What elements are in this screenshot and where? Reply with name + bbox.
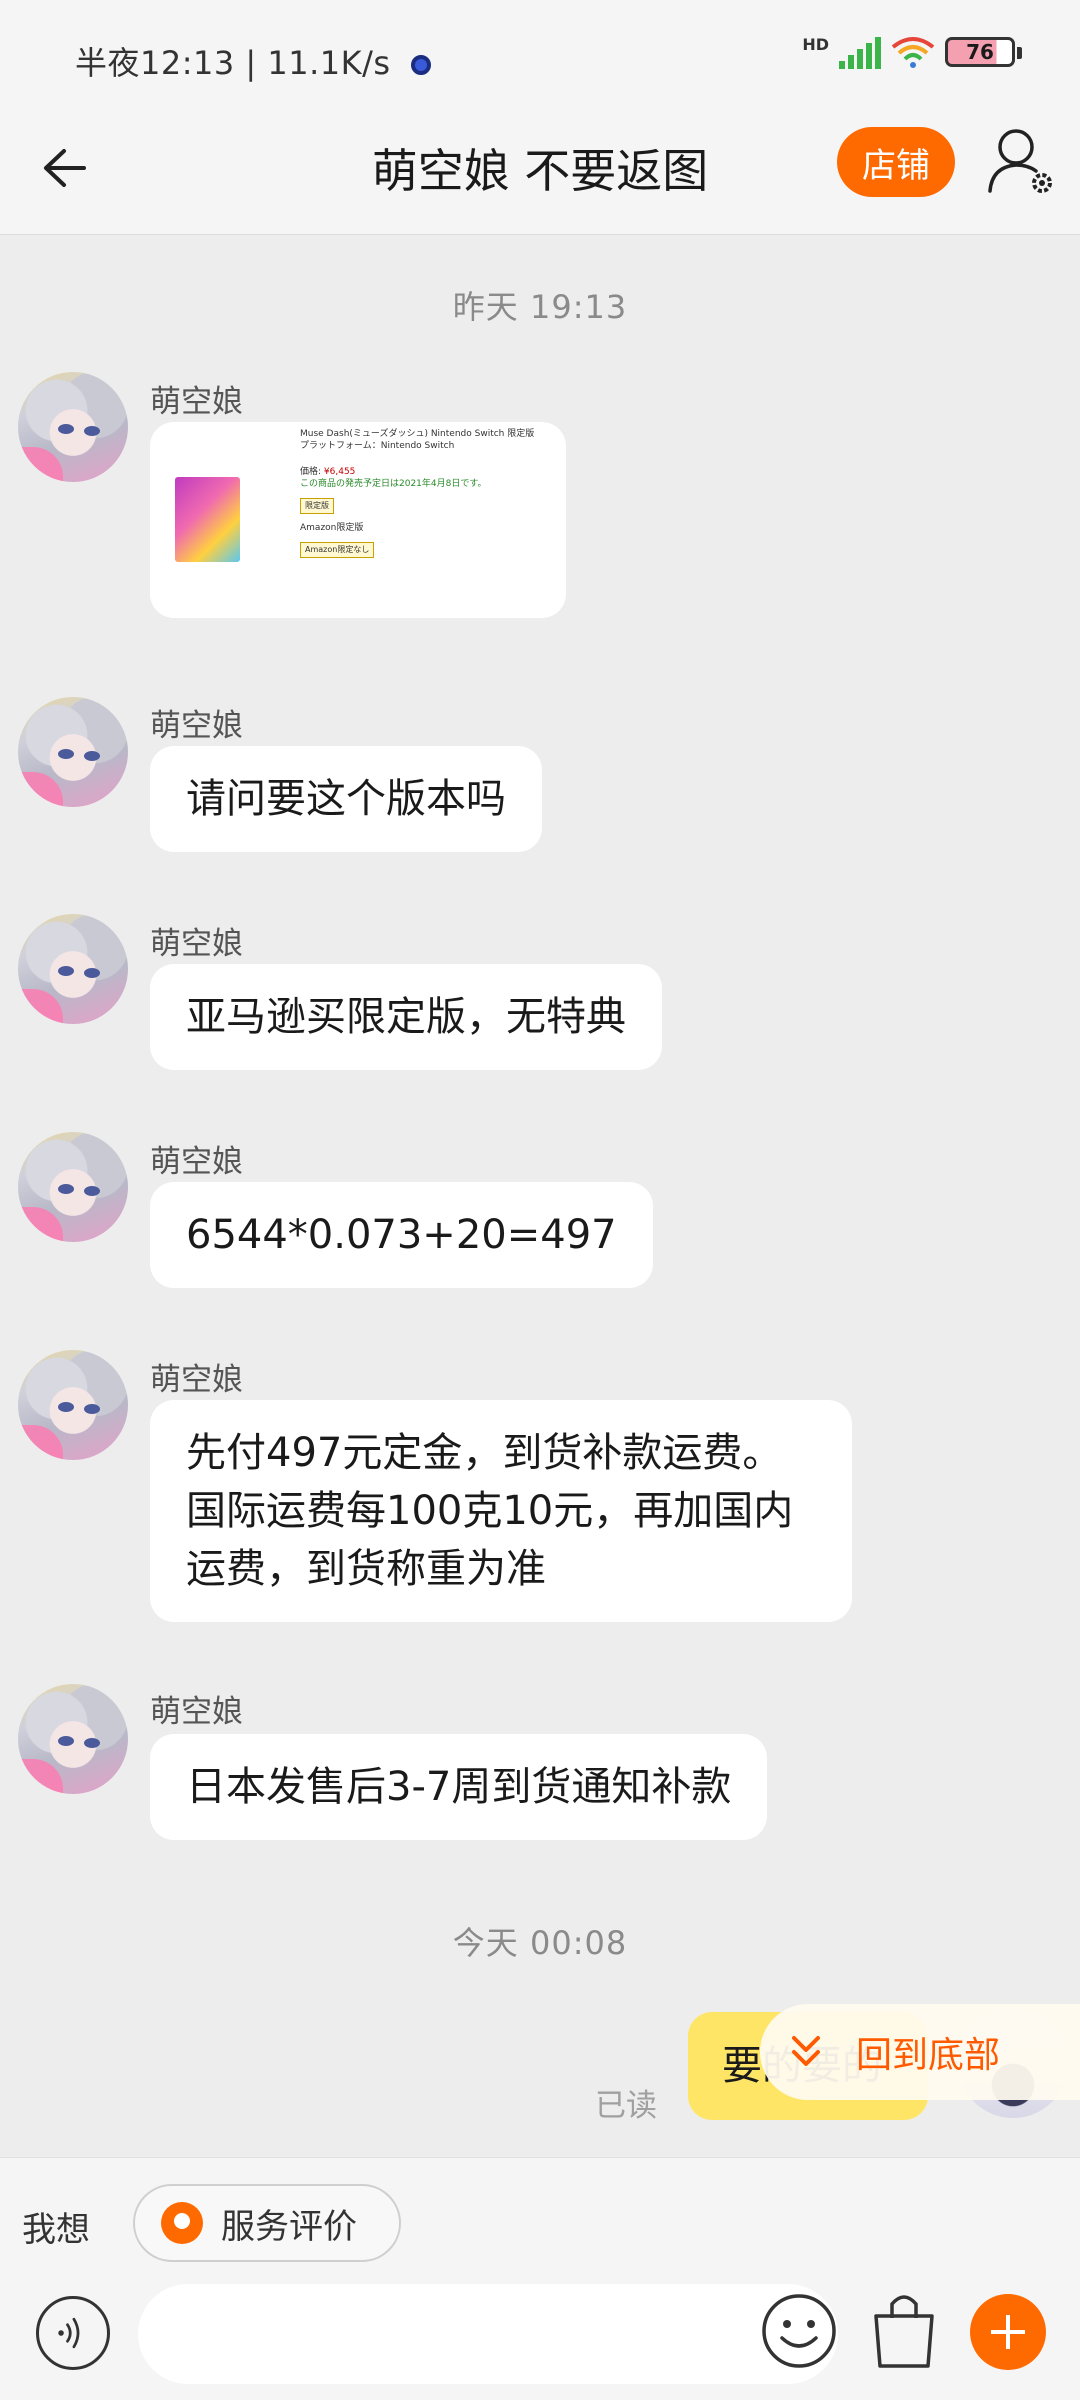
status-icons: HD 76 [802,34,1022,69]
chat-message[interactable]: 请问要这个版本吗 [150,746,542,852]
product-release-note: この商品の発売予定日は2021年4月8日です。 [300,479,487,489]
avatar[interactable] [18,1132,128,1242]
chat-header: 萌空娘 不要返图 店铺 [0,115,1080,235]
input-area: 我想 服务评价 [0,2157,1080,2400]
chat-message[interactable]: 6544*0.073+20=497 [150,1182,653,1288]
product-price: ¥6,455 [323,467,356,477]
sender-name: 萌空娘 [150,926,243,962]
product-limited-tag: 限定版 [300,498,334,514]
voice-icon[interactable] [36,2296,110,2370]
avatar[interactable] [18,1350,128,1460]
app-notification-icon [411,55,432,75]
sender-name: 萌空娘 [150,384,243,420]
double-chevron-down-icon [792,2036,820,2066]
chat-message[interactable]: 先付497元定金，到货补款运费。国际运费每100克10元，再加国内运费，到货称重… [150,1400,852,1622]
status-time-text: 半夜12:13 | 11.1K/s [75,44,391,82]
avatar[interactable] [18,697,128,807]
sender-name: 萌空娘 [150,1694,243,1730]
avatar[interactable] [18,914,128,1024]
battery-level: 76 [966,40,994,64]
back-to-bottom-label: 回到底部 [856,2035,1001,2076]
sender-name: 萌空娘 [150,708,243,744]
quick-reply-label: 我想 [22,2210,90,2250]
chat-message[interactable]: 日本发售后3-7周到货通知补款 [150,1734,768,1840]
status-time: 半夜12:13 | 11.1K/s [75,38,432,84]
avatar[interactable] [18,1684,128,1794]
product-title: Muse Dash(ミューズダッシュ) Nintendo Switch 限定版 [300,429,535,439]
image-message[interactable]: Muse Dash(ミューズダッシュ) Nintendo Switch 限定版 … [150,422,566,618]
timestamp-yesterday: 昨天 19:13 [452,288,628,326]
shopping-bag-icon[interactable] [868,2288,940,2370]
sender-name: 萌空娘 [150,1144,243,1180]
plus-icon[interactable] [970,2294,1046,2370]
evaluation-icon [161,2202,203,2244]
back-to-bottom-button[interactable]: 回到底部 [760,2004,1080,2100]
service-evaluation-label: 服务评价 [221,2206,357,2247]
sender-name: 萌空娘 [150,1362,243,1398]
service-evaluation-chip[interactable]: 服务评价 [133,2184,401,2262]
avatar[interactable] [18,372,128,482]
product-amazon-option: Amazon限定なし [300,542,375,558]
shop-button[interactable]: 店铺 [837,127,955,197]
user-settings-icon[interactable] [986,125,1056,199]
product-screenshot-text: Muse Dash(ミューズダッシュ) Nintendo Switch 限定版 … [300,428,550,558]
chat-message[interactable]: 亚马逊买限定版，无特典 [150,964,662,1070]
product-image [175,477,240,562]
product-amazon-label: Amazon限定版 [300,523,364,533]
status-bar: 半夜12:13 | 11.1K/s HD 76 [0,0,1080,115]
product-platform: プラットフォーム：Nintendo Switch [300,441,455,451]
emoji-icon[interactable] [760,2292,838,2370]
wifi-icon [891,37,935,68]
timestamp-today: 今天 00:08 [452,1924,628,1962]
message-input[interactable] [138,2284,838,2384]
hd-label: HD [802,34,829,54]
battery-icon: 76 [945,37,1022,67]
read-receipt: 已读 [595,2088,657,2124]
signal-icon [839,35,881,69]
